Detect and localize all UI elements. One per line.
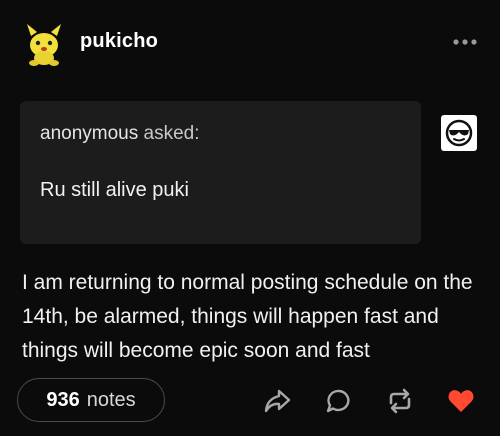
- asker-line: anonymous asked:: [40, 123, 200, 145]
- anonymous-avatar: [441, 115, 477, 151]
- post-body: I am returning to normal posting schedul…: [22, 271, 473, 362]
- more-options-icon[interactable]: [448, 30, 482, 54]
- sunglasses-face-icon: [445, 119, 473, 147]
- ask-box: anonymous asked: Ru still alive puki: [20, 101, 421, 244]
- notes-count: 936: [46, 388, 80, 411]
- notes-label: notes: [86, 388, 136, 411]
- asked-label: asked:: [138, 123, 200, 144]
- question-text: Ru still alive puki: [40, 179, 189, 201]
- post-card: pukicho anonymous asked: Ru still alive …: [0, 0, 500, 436]
- reblog-icon[interactable]: [385, 386, 415, 416]
- notes-button[interactable]: 936 notes: [17, 378, 165, 422]
- like-icon[interactable]: [446, 386, 476, 416]
- blog-username[interactable]: pukicho: [80, 30, 158, 53]
- reply-icon[interactable]: [324, 386, 354, 416]
- yellow-creature-avatar-icon: [27, 24, 61, 66]
- blog-avatar[interactable]: [22, 22, 66, 66]
- share-icon[interactable]: [262, 386, 292, 416]
- asker-name[interactable]: anonymous: [40, 123, 138, 144]
